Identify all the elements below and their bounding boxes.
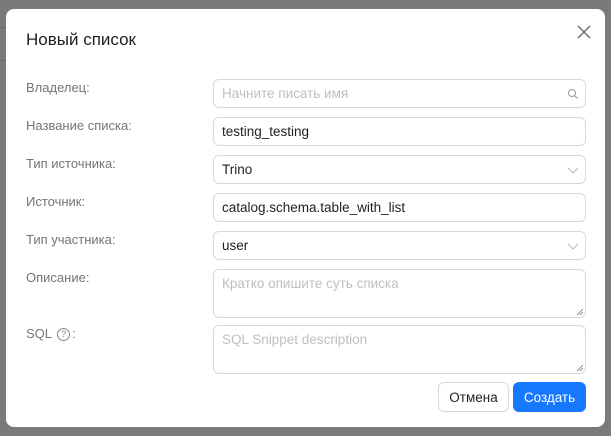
sql-placeholder: SQL Snippet description bbox=[222, 332, 368, 347]
dialog-title: Новый список bbox=[26, 30, 136, 49]
source-type-select[interactable]: Trino bbox=[213, 155, 586, 184]
source-label: Источник: bbox=[26, 194, 86, 209]
description-placeholder: Кратко опишите суть списка bbox=[222, 276, 399, 291]
description-label: Описание: bbox=[26, 270, 90, 285]
sql-textarea[interactable]: SQL Snippet description bbox=[213, 325, 586, 374]
resize-handle-icon[interactable] bbox=[576, 308, 583, 315]
cancel-button[interactable]: Отмена bbox=[438, 382, 509, 412]
chevron-down-icon bbox=[567, 243, 579, 250]
new-list-dialog: Новый список Владелец: Начните писать им… bbox=[6, 9, 605, 427]
source-input[interactable]: catalog.schema.table_with_list bbox=[213, 193, 586, 222]
create-button[interactable]: Создать bbox=[513, 382, 586, 412]
owner-placeholder: Начните писать имя bbox=[222, 86, 349, 101]
source-type-value: Trino bbox=[222, 162, 253, 177]
chevron-down-icon bbox=[567, 167, 579, 174]
source-value: catalog.schema.table_with_list bbox=[222, 200, 406, 215]
participant-type-value: user bbox=[222, 238, 249, 253]
search-icon bbox=[568, 89, 578, 99]
sql-label: SQL ?: bbox=[26, 326, 76, 341]
resize-handle-icon[interactable] bbox=[576, 364, 583, 371]
sql-label-text: SQL bbox=[26, 326, 52, 341]
description-textarea[interactable]: Кратко опишите суть списка bbox=[213, 269, 586, 318]
source-type-label: Тип источника: bbox=[26, 156, 116, 171]
participant-type-label: Тип участника: bbox=[26, 232, 116, 247]
list-name-value: testing_testing bbox=[222, 124, 310, 139]
list-name-input[interactable]: testing_testing bbox=[213, 117, 586, 146]
sql-label-colon: : bbox=[72, 326, 76, 341]
list-name-label: Название списка: bbox=[26, 118, 132, 133]
owner-label: Владелец: bbox=[26, 80, 90, 95]
help-icon[interactable]: ? bbox=[57, 328, 71, 341]
participant-type-select[interactable]: user bbox=[213, 231, 586, 260]
close-icon[interactable] bbox=[575, 23, 593, 41]
owner-input[interactable]: Начните писать имя bbox=[213, 79, 586, 108]
